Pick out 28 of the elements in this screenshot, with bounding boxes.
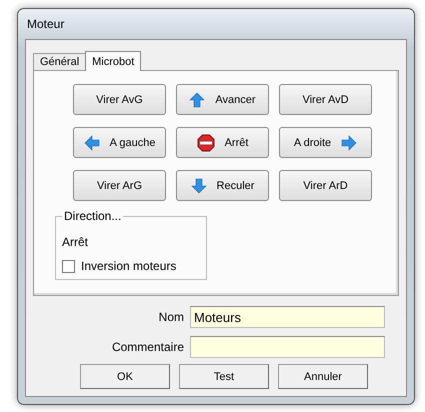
control-button[interactable]: A gauche [73, 127, 166, 158]
right-arrow-icon [341, 134, 358, 150]
field-label: Nom [158, 310, 184, 324]
direction-status: Arrêt [62, 235, 90, 249]
control-button[interactable]: Avancer [176, 84, 269, 115]
checkbox-label: Inversion moteurs [81, 259, 176, 273]
checkbox[interactable] [62, 260, 75, 272]
tab[interactable]: Général [33, 53, 86, 70]
up-arrow-icon [189, 92, 206, 108]
stop-sign-icon [196, 134, 215, 152]
tab[interactable]: Microbot [85, 51, 142, 71]
field-label: Commentaire [110, 340, 184, 354]
down-arrow-icon [190, 178, 207, 194]
control-button[interactable]: Reculer [176, 170, 269, 201]
dialog-button[interactable]: Test [179, 364, 269, 389]
control-button[interactable]: Virer ArG [73, 170, 166, 201]
dialog-button[interactable]: OK [80, 364, 170, 389]
control-button[interactable]: Virer AvD [279, 84, 372, 115]
dialog-button[interactable]: Annuler [278, 364, 368, 389]
text-field[interactable] [190, 336, 385, 358]
group-title: Direction... [62, 209, 124, 223]
window-title: Moteur [26, 16, 66, 33]
text-field[interactable]: Moteurs [190, 306, 385, 328]
control-button[interactable]: Virer AvG [73, 84, 166, 115]
left-arrow-icon [84, 134, 100, 150]
control-button[interactable]: Arrêt [176, 127, 269, 158]
control-button[interactable]: Virer ArD [279, 170, 372, 201]
control-button[interactable]: A droite [279, 127, 372, 158]
